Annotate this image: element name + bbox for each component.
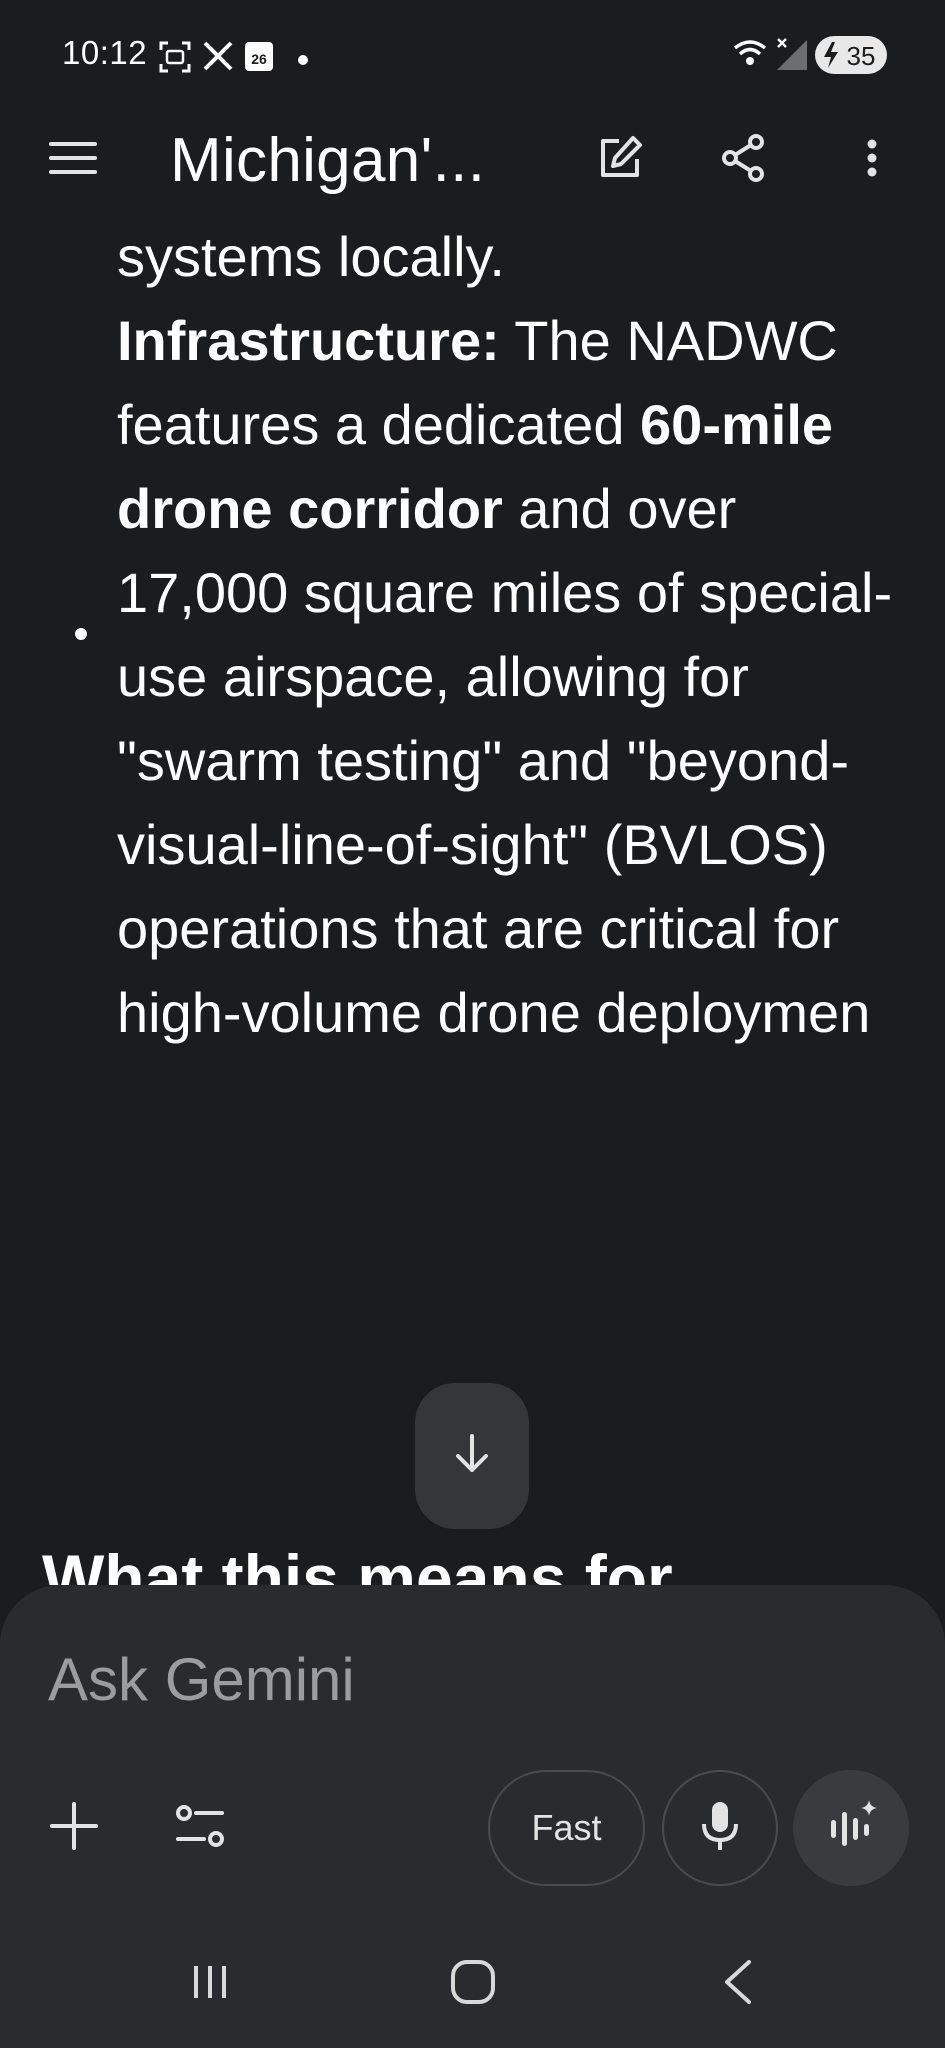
- conversation-title[interactable]: Michigan'...: [170, 125, 485, 196]
- calendar-day: 26: [251, 51, 267, 67]
- section-heading: What this means for: [42, 1541, 673, 1585]
- fast-label: Fast: [531, 1807, 602, 1848]
- back-button[interactable]: [698, 1944, 778, 2024]
- app-bar: Michigan'...: [0, 115, 945, 215]
- screenshot-icon: [158, 40, 192, 79]
- share-icon: [720, 133, 766, 188]
- battery-icon: 35: [815, 36, 887, 79]
- add-button[interactable]: [34, 1788, 114, 1868]
- response-text: systems locally. Infrastructure: The NAD…: [117, 215, 897, 1055]
- status-bar: 10:12 26 35: [0, 0, 945, 115]
- home-icon: [450, 1959, 496, 2010]
- live-icon: [823, 1798, 879, 1859]
- recents-button[interactable]: [170, 1944, 250, 2024]
- bullet-label: Infrastructure:: [117, 309, 500, 372]
- back-icon: [722, 1959, 754, 2010]
- bullet-item: Infrastructure: The NADWC features a ded…: [117, 299, 897, 1055]
- text-line: systems locally.: [117, 225, 505, 288]
- voice-input-button[interactable]: [662, 1770, 778, 1886]
- bullet-dot: [75, 628, 87, 640]
- arrow-down-icon: [450, 1432, 494, 1481]
- system-nav-bar: [0, 1920, 945, 2048]
- signal-icon: [775, 36, 809, 77]
- ask-input[interactable]: Ask Gemini: [48, 1645, 748, 1714]
- share-button[interactable]: [703, 120, 783, 200]
- battery-level: 35: [847, 41, 876, 71]
- edit-icon: [597, 135, 643, 186]
- more-vert-icon: [866, 138, 878, 183]
- bullet-text-2: and over 17,000 square miles of special-…: [117, 477, 893, 1044]
- calendar-icon: 26: [244, 38, 274, 77]
- more-options-button[interactable]: [832, 120, 912, 200]
- model-mode-button[interactable]: Fast: [488, 1770, 645, 1886]
- live-button[interactable]: [793, 1770, 909, 1886]
- scroll-to-bottom-button[interactable]: [415, 1383, 529, 1529]
- plus-icon: [50, 1801, 98, 1855]
- x-app-icon: [202, 40, 234, 77]
- menu-button[interactable]: [33, 120, 113, 200]
- new-chat-button[interactable]: [580, 120, 660, 200]
- tools-icon: [174, 1804, 226, 1853]
- response-content: systems locally. Infrastructure: The NAD…: [0, 215, 945, 1585]
- home-button[interactable]: [433, 1944, 513, 2024]
- notification-dot-icon: [298, 52, 308, 70]
- input-panel: Ask Gemini Fast: [0, 1585, 945, 1920]
- menu-icon: [49, 140, 97, 181]
- tools-button[interactable]: [160, 1788, 240, 1868]
- mic-icon: [701, 1800, 739, 1857]
- status-time: 10:12: [62, 34, 148, 71]
- wifi-icon: [733, 38, 767, 71]
- recents-icon: [190, 1962, 230, 2007]
